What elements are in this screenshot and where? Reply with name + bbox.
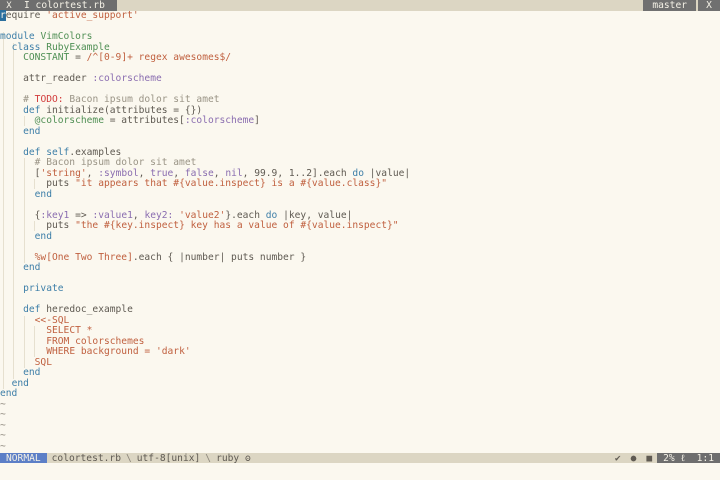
- mode-indicator: NORMAL: [0, 453, 47, 464]
- code-line-18: end: [34, 188, 52, 200]
- code-line-12: end: [23, 125, 41, 137]
- filetype-label: ruby: [216, 452, 240, 464]
- cursor-position: 2% ℓ 1:1: [657, 452, 720, 464]
- warning-dot-icon: ●: [630, 452, 637, 464]
- code-line-33: WHERE background = 'dark': [46, 346, 191, 357]
- editor-buffer[interactable]: require 'active_support' module VimColor…: [0, 10, 720, 453]
- empty-line-marker: ~: [0, 430, 6, 441]
- status-right: ✔ ● ■ 2% ℓ 1:1: [610, 452, 720, 464]
- status-filetype: ruby ʘ: [211, 452, 256, 464]
- command-line[interactable]: [0, 463, 720, 480]
- statusline: NORMAL colortest.rb \ utf-8[unix] \ ruby…: [0, 452, 720, 464]
- code-line-37: end: [0, 388, 18, 399]
- code-line-7: attr_reader :colorscheme: [23, 73, 162, 84]
- code-line-1: require 'active_support': [0, 10, 139, 21]
- error-square-icon: ■: [646, 452, 653, 464]
- filetype-icon: ʘ: [244, 452, 251, 464]
- scroll-percent: 2%: [663, 452, 675, 464]
- code-line-27: private: [23, 283, 64, 294]
- code-line-25: end: [23, 262, 41, 273]
- line-column: 1:1: [696, 452, 714, 464]
- code-line-22: end: [34, 230, 52, 242]
- close-tab-right-icon[interactable]: X: [698, 0, 720, 11]
- code-line-5: CONSTANT = /^[0-9]+ regex awesomes$/: [23, 52, 232, 63]
- status-filename: colortest.rb: [51, 452, 121, 464]
- git-branch-label: master: [643, 0, 696, 11]
- code-line-17: puts "it appears that #{value.inspect} i…: [46, 178, 388, 189]
- line-number-icon: ℓ: [680, 452, 686, 464]
- empty-line-marker: ~: [0, 440, 6, 452]
- tabline-spacer: [116, 0, 644, 11]
- status-encoding: utf-8[unix]: [136, 452, 201, 464]
- code-line-24: %w[One Two Three].each { |number| puts n…: [34, 251, 307, 263]
- lint-ok-icon: ✔: [614, 452, 621, 464]
- code-line-21: puts "the #{key.inspect} key has a value…: [46, 220, 399, 231]
- empty-line-marker: ~: [0, 409, 6, 420]
